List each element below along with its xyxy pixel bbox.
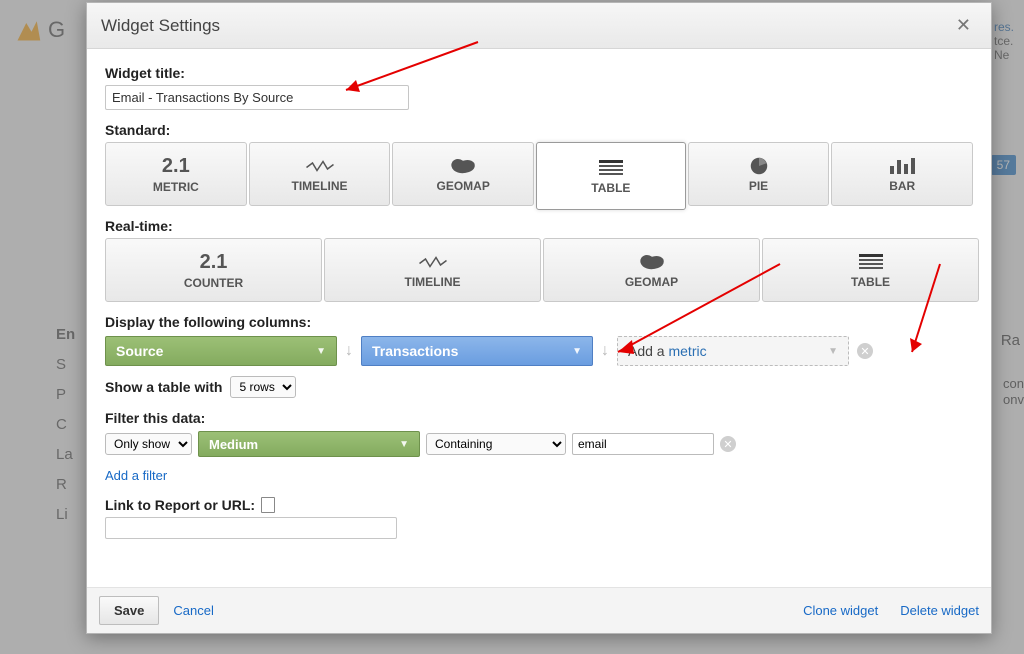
- pie-icon: [744, 155, 774, 177]
- tile-geomap[interactable]: GEOMAP: [392, 142, 534, 206]
- timeline-icon: [305, 155, 335, 177]
- page-icon: [261, 497, 275, 513]
- realtime-label: Real-time:: [105, 218, 973, 234]
- sort-arrow-icon[interactable]: ↓: [345, 342, 353, 360]
- geomap-icon: [637, 251, 667, 273]
- chevron-down-icon: ▼: [399, 439, 409, 450]
- cancel-link[interactable]: Cancel: [173, 603, 213, 618]
- show-rows-label: Show a table with: [105, 379, 222, 395]
- filter-label: Filter this data:: [105, 410, 973, 426]
- tile-pie[interactable]: PIE: [688, 142, 830, 206]
- columns-row: Source▼ ↓ Transactions▼ ↓ Add a metric ▼…: [105, 336, 973, 366]
- filter-dimension-dropdown[interactable]: Medium▼: [198, 431, 420, 457]
- dialog-footer: Save Cancel Clone widget Delete widget: [87, 587, 991, 633]
- dialog-header: Widget Settings ✕: [87, 3, 991, 49]
- filter-match-select[interactable]: Containing: [426, 433, 566, 455]
- link-report-label: Link to Report or URL:: [105, 497, 973, 513]
- chevron-down-icon: ▼: [572, 346, 582, 357]
- table-icon: [856, 251, 886, 273]
- filter-mode-select[interactable]: Only show: [105, 433, 192, 455]
- tile-rt-table[interactable]: TABLE: [762, 238, 979, 302]
- filter-row: Only show Medium▼ Containing ✕: [105, 431, 973, 457]
- tile-rt-counter[interactable]: 2.1 COUNTER: [105, 238, 322, 302]
- close-icon[interactable]: ✕: [950, 13, 977, 38]
- add-metric-dropdown[interactable]: Add a metric ▼: [617, 336, 849, 366]
- tile-bar[interactable]: BAR: [831, 142, 973, 206]
- tile-rt-timeline[interactable]: TIMELINE: [324, 238, 541, 302]
- bar-icon: [887, 155, 917, 177]
- standard-label: Standard:: [105, 122, 973, 138]
- widget-title-input[interactable]: [105, 85, 409, 110]
- dimension-dropdown[interactable]: Source▼: [105, 336, 337, 366]
- tile-table[interactable]: TABLE: [536, 142, 686, 210]
- chevron-down-icon: ▼: [828, 346, 838, 357]
- geomap-icon: [448, 155, 478, 177]
- sort-arrow-icon[interactable]: ↓: [601, 342, 609, 360]
- realtime-tile-row: 2.1 COUNTER TIMELINE GEOMAP TABLE: [105, 238, 973, 302]
- remove-filter-icon[interactable]: ✕: [720, 436, 736, 452]
- remove-column-icon[interactable]: ✕: [857, 343, 873, 359]
- dialog-title: Widget Settings: [101, 16, 220, 36]
- clone-widget-link[interactable]: Clone widget: [803, 603, 878, 618]
- save-button[interactable]: Save: [99, 596, 159, 625]
- metric-dropdown[interactable]: Transactions▼: [361, 336, 593, 366]
- delete-widget-link[interactable]: Delete widget: [900, 603, 979, 618]
- tile-timeline[interactable]: TIMELINE: [249, 142, 391, 206]
- link-report-input[interactable]: [105, 517, 397, 539]
- chevron-down-icon: ▼: [316, 346, 326, 357]
- timeline-icon: [418, 251, 448, 273]
- rows-select[interactable]: 5 rows: [230, 376, 296, 398]
- widget-title-label: Widget title:: [105, 65, 973, 81]
- tile-rt-geomap[interactable]: GEOMAP: [543, 238, 760, 302]
- columns-label: Display the following columns:: [105, 314, 973, 330]
- standard-tile-row: 2.1 METRIC TIMELINE GEOMAP TABLE PIE: [105, 142, 973, 210]
- filter-value-input[interactable]: [572, 433, 714, 455]
- widget-settings-dialog: Widget Settings ✕ Widget title: Standard…: [86, 2, 992, 634]
- tile-metric[interactable]: 2.1 METRIC: [105, 142, 247, 206]
- add-filter-link[interactable]: Add a filter: [105, 468, 167, 483]
- table-icon: [596, 157, 626, 179]
